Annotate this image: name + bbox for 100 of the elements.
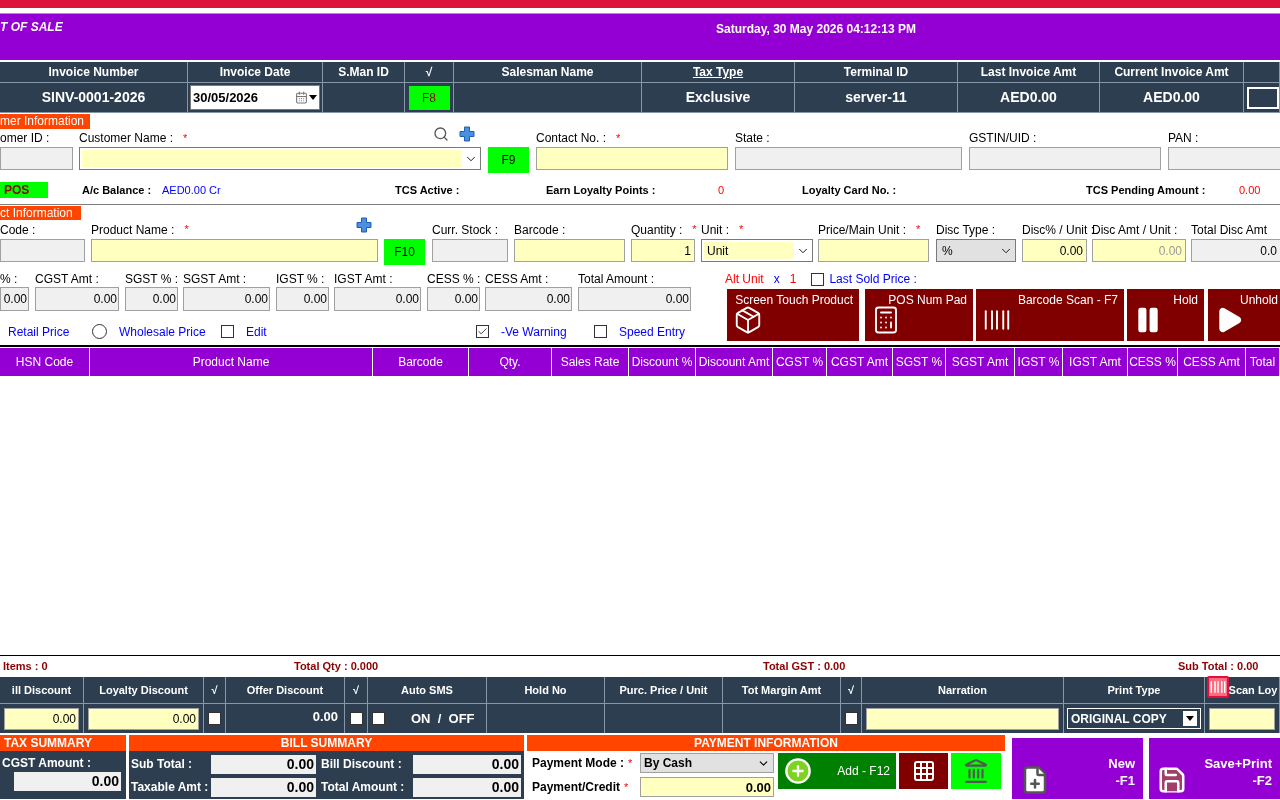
required-mark: * — [692, 222, 697, 238]
payment-label: Payment/Credit — [531, 779, 621, 796]
column-header: IGST Amt — [1069, 355, 1121, 369]
action-button[interactable]: Barcode Scan - F7 — [976, 289, 1124, 341]
action-button[interactable]: POS Num Pad — [865, 289, 973, 341]
shortcut-button[interactable]: F8 — [408, 85, 450, 110]
text-field[interactable]: 0.00 — [1092, 239, 1186, 262]
column-header: Invoice Number — [48, 64, 139, 81]
field-label: omer ID : — [0, 130, 50, 147]
radio-button[interactable] — [92, 324, 107, 339]
column-header: Total — [1249, 355, 1276, 369]
dropdown[interactable]: % — [936, 239, 1016, 262]
field-label: Contact No. : — [536, 130, 607, 147]
dropdown[interactable]: ORIGINAL COPY — [1067, 708, 1201, 729]
required-mark: * — [916, 222, 921, 238]
field-label: Code : — [0, 221, 36, 239]
field-label: Curr. Stock : — [432, 221, 499, 239]
column-header: Qty. — [499, 355, 521, 369]
action-button[interactable]: Unhold — [1208, 289, 1280, 341]
column-header: Tax Type — [692, 64, 744, 81]
option-label[interactable]: Edit — [246, 322, 267, 341]
checkbox[interactable] — [221, 325, 234, 338]
checkbox[interactable] — [844, 712, 858, 725]
info-label: TCS Pending Amount : — [1086, 182, 1206, 198]
column-header: Scan Loy — [1228, 682, 1278, 698]
required-mark: * — [184, 222, 189, 238]
column-header: √ — [352, 682, 359, 698]
shortcut-button[interactable]: F10 — [384, 239, 425, 265]
checkbox[interactable] — [594, 325, 607, 338]
bank-button[interactable] — [951, 753, 1001, 789]
option-label[interactable]: Retail Price — [0, 322, 70, 341]
amount-value: 0.00 — [312, 707, 339, 726]
amount-field[interactable]: 0.00 — [211, 777, 316, 797]
text-field[interactable]: 0.00 — [183, 287, 270, 311]
save-print-button[interactable]: Save+Print -F2 — [1149, 738, 1280, 799]
text-field[interactable]: 0.00 — [485, 287, 572, 311]
action-button[interactable]: Hold — [1127, 289, 1204, 341]
alt-unit-factor: 1 — [789, 271, 797, 288]
new-button[interactable]: New -F1 — [1012, 738, 1143, 799]
text-field[interactable]: 0.00 — [4, 707, 79, 730]
option-label[interactable]: -Ve Warning — [501, 322, 567, 341]
text-field[interactable]: 0.00 — [334, 287, 421, 311]
info-value: 0.00 — [1239, 182, 1261, 198]
plus-icon[interactable] — [459, 126, 475, 142]
column-header: Print Type — [1107, 682, 1161, 698]
checkbox[interactable] — [372, 712, 385, 725]
search-icon[interactable] — [433, 126, 449, 142]
date-field[interactable]: 30/05/2026 — [190, 85, 320, 110]
text-field[interactable]: 0.00 — [125, 287, 178, 311]
text-field[interactable] — [818, 239, 929, 262]
action-button[interactable]: Screen Touch Product — [727, 289, 859, 341]
checkbox[interactable] — [208, 712, 221, 725]
dropdown[interactable] — [79, 147, 481, 170]
column-header: SGST Amt — [951, 355, 1009, 369]
total-label: Items : 0 — [3, 660, 48, 672]
amount-field[interactable]: 0.00 — [640, 777, 774, 797]
checkbox[interactable] — [476, 325, 489, 338]
text-field[interactable]: 0.00 — [1022, 239, 1087, 262]
text-field[interactable]: 0.00 — [276, 287, 329, 311]
text-field[interactable] — [735, 147, 962, 170]
summary-label: Sub Total : — [130, 756, 194, 773]
option-label[interactable]: Speed Entry — [619, 322, 686, 341]
field-label: Barcode : — [514, 221, 566, 239]
option-label[interactable]: Wholesale Price — [119, 322, 206, 341]
amount-field[interactable]: 0.00 — [14, 772, 121, 791]
text-field[interactable] — [91, 239, 378, 262]
text-field[interactable]: 0.00 — [88, 707, 199, 730]
field-label: Customer Name : — [79, 130, 174, 147]
checkbox[interactable] — [811, 272, 825, 286]
add-button[interactable]: Add - F12 — [778, 753, 896, 789]
text-field[interactable] — [536, 147, 728, 170]
keypad-button[interactable] — [899, 753, 948, 789]
shortcut-button[interactable]: F9 — [488, 147, 529, 173]
text-field[interactable]: 0.0 — [1191, 239, 1280, 262]
text-field[interactable]: 0.00 — [427, 287, 480, 311]
dropdown[interactable]: By Cash — [640, 753, 774, 773]
dropdown[interactable]: Unit — [701, 239, 813, 262]
amount-field[interactable]: 0.00 — [211, 754, 316, 774]
plus-icon[interactable] — [356, 216, 372, 233]
column-header: √ — [847, 682, 854, 698]
text-field[interactable]: 0.00 — [578, 287, 691, 311]
required-mark: * — [628, 755, 633, 771]
text-field[interactable] — [432, 239, 508, 262]
text-field[interactable] — [0, 239, 85, 262]
text-field[interactable] — [1168, 147, 1280, 170]
text-field[interactable] — [0, 147, 73, 170]
amount-field[interactable]: 0.00 — [413, 754, 521, 774]
text-field[interactable]: 1 — [631, 239, 695, 262]
text-field[interactable]: 0.00 — [35, 287, 119, 311]
text-field[interactable] — [866, 707, 1059, 730]
text-field[interactable] — [1209, 707, 1275, 730]
checkbox[interactable] — [349, 712, 363, 725]
summary-label: Taxable Amt : — [130, 779, 210, 796]
total-label: Total GST : 0.00 — [763, 660, 846, 672]
text-field[interactable]: 0.00 — [0, 287, 29, 311]
amount-field[interactable]: 0.00 — [413, 777, 521, 797]
column-header: CGST % — [775, 355, 824, 369]
text-field[interactable] — [969, 147, 1161, 170]
required-mark: * — [616, 130, 621, 146]
text-field[interactable] — [514, 239, 625, 262]
